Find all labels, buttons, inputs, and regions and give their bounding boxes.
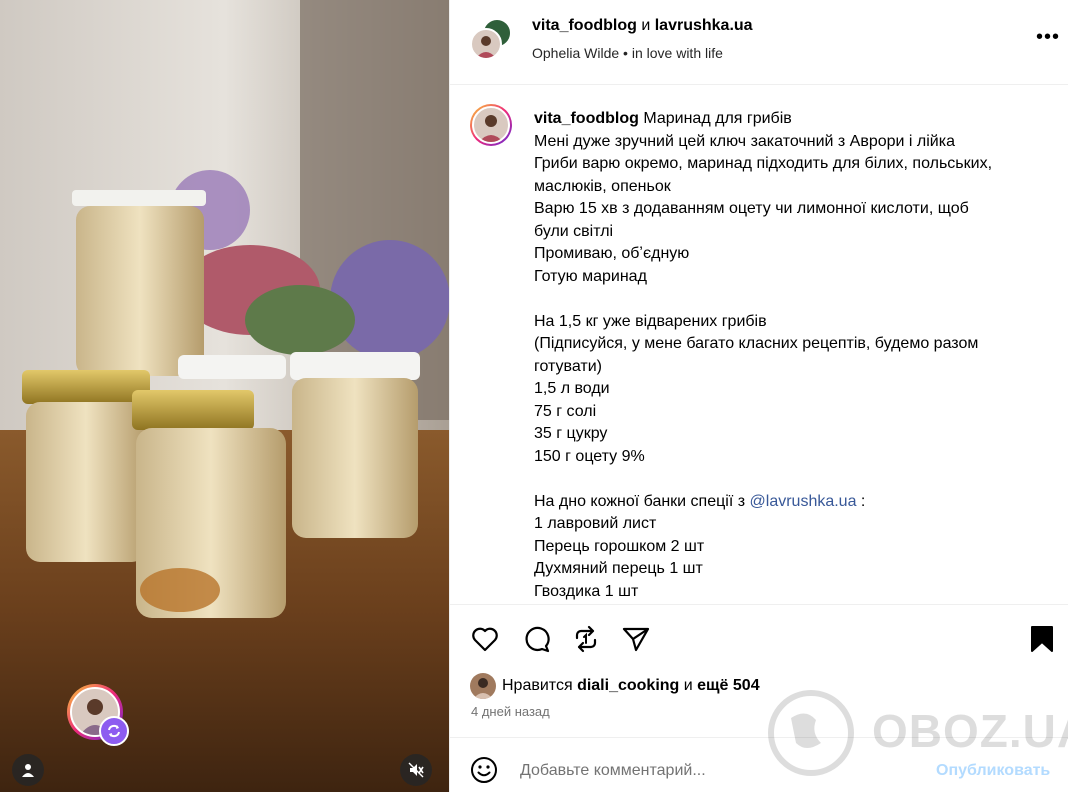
caption-username-link[interactable]: vita_foodblog [534,110,639,127]
send-icon[interactable] [621,624,651,654]
caption-line: На 1,5 кг уже відварених грибів [534,312,767,330]
audio-bullet: • [623,45,628,61]
likes-count-link[interactable]: ещё 504 [697,677,759,695]
caption-line: готувати) [534,357,602,375]
liker-avatar[interactable] [470,673,496,699]
collab-reposts-icon [99,716,129,746]
caption-line: (Підписуйся, у мене багато класних рецеп… [534,335,979,352]
caption-line: Варю 15 хв з додаванням оцету чи лимонно… [534,200,969,217]
caption-line: Гвоздика 1 шт [534,582,639,600]
comment-icon[interactable] [521,624,551,654]
repost-icon[interactable] [571,624,601,654]
caption-text: vita_foodblog Маринад для грибів Мені ду… [534,108,1044,603]
likes-connector: и [683,677,693,694]
caption-line: 150 г оцету 9% [534,447,645,465]
person-avatar-icon [476,36,496,58]
audio-title[interactable]: in love with life [632,45,723,61]
mention-link[interactable]: @lavrushka.ua [750,493,857,510]
authors-connector: и [641,17,651,34]
collaborator-username-link[interactable]: lavrushka.ua [655,17,753,34]
caption-line: Готую маринад [534,267,647,285]
caption-line: Гриби варю окремо, маринад підходить для… [534,155,993,172]
mute-button[interactable] [400,754,432,786]
liker-username-link[interactable]: diali_cooking [577,677,679,695]
mention-suffix: : [856,492,866,510]
caption-line: 35 г цукру [534,425,608,442]
author-avatar[interactable] [470,28,502,60]
caption-line: маслюків, опеньок [534,177,671,195]
heart-icon[interactable] [470,624,500,654]
audio-artist[interactable]: Ophelia Wilde [532,45,619,61]
header-avatars[interactable] [470,18,514,62]
caption-line: 1 лавровий лист [534,515,657,532]
caption-line: Мені дуже зручний цей ключ закаточний з … [534,132,955,150]
mention-prefix: На дно кожної банки спеції з [534,492,750,510]
bookmark-icon[interactable] [1029,624,1059,654]
caption-author-avatar[interactable] [470,104,512,146]
caption-line: Промиваю, обʼєдную [534,245,690,262]
more-options-icon[interactable]: ••• [1036,27,1060,47]
post-header: vita_foodblog и lavrushka.ua Ophelia Wil… [450,0,1068,85]
likes-summary: Нравится diali_cooking и ещё 504 [470,672,760,700]
person-avatar-icon [473,678,493,699]
person-avatar-icon [479,115,503,142]
caption-line: 75 г солі [534,402,597,420]
emoji-icon[interactable] [470,756,498,784]
caption-line: були світлі [534,222,614,240]
post-media[interactable] [0,0,449,792]
caption-title-line: vita_foodblog Маринад для грибів [534,108,1044,131]
tagged-users-button[interactable] [12,754,44,786]
post-timestamp[interactable]: 4 дней назад [471,704,550,719]
caption-mention-line: На дно кожної банки спеції з @lavrushka.… [534,491,1044,514]
caption-line: Духмяний перець 1 шт [534,560,703,577]
comment-input[interactable] [520,760,920,782]
likes-prefix: Нравится [502,677,573,694]
caption-scroll-area[interactable]: vita_foodblog Маринад для грибів Мені ду… [450,86,1068,605]
post-actions [450,606,1068,668]
caption-line: 1,5 л води [534,380,610,397]
caption-title: Маринад для грибів [643,110,792,127]
speaker-muted-icon [408,762,424,778]
post-side-panel: vita_foodblog и lavrushka.ua Ophelia Wil… [449,0,1068,792]
author-username-link[interactable]: vita_foodblog [532,17,637,34]
caption-line: Перець горошком 2 шт [534,537,705,555]
header-authors: vita_foodblog и lavrushka.ua [532,17,753,35]
post-comment-button[interactable]: Опубликовать [936,762,1050,780]
post-photo [0,0,449,792]
user-icon [22,764,34,777]
audio-info[interactable]: Ophelia Wilde • in love with life [532,45,723,61]
comment-composer: Опубликовать [450,737,1068,792]
